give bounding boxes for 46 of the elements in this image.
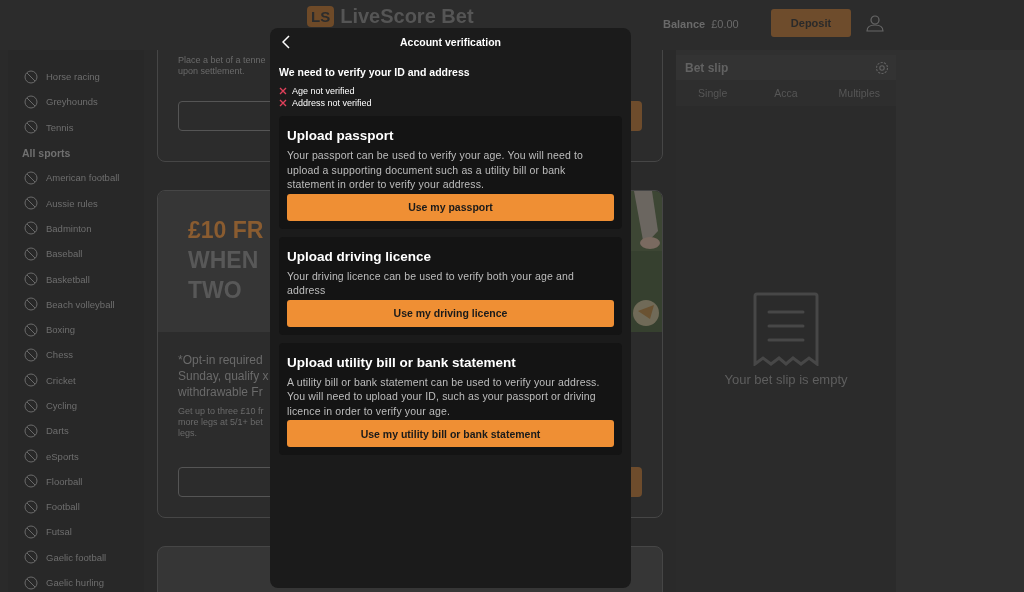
option-description: Your driving licence can be used to verify both your age and address bbox=[287, 268, 576, 298]
status-text: Address not verified bbox=[292, 98, 372, 108]
option-button[interactable]: Use my driving licence bbox=[287, 299, 614, 327]
sport-link[interactable]: Floorball bbox=[46, 475, 83, 487]
section-heading: All sports bbox=[21, 145, 72, 161]
sport-link[interactable]: Horse racing bbox=[46, 71, 100, 83]
option-description: Your passport can be used to verify your age. You will need to upload a supporting document such as a utility bill or bank statement in order to verify your address. bbox=[287, 148, 585, 192]
promo-lead: withdrawable Fr bbox=[178, 384, 263, 400]
dialog-title: Account verification bbox=[400, 36, 501, 48]
sport-link[interactable]: Futsal bbox=[46, 526, 72, 538]
balance-amount: £0.00 bbox=[711, 18, 739, 30]
sport-link[interactable]: Badminton bbox=[46, 222, 92, 234]
sport-link[interactable]: Chess bbox=[46, 349, 73, 361]
option-title: Upload passport bbox=[287, 128, 395, 143]
sport-link[interactable]: Boxing bbox=[46, 324, 76, 336]
sport-link[interactable]: eSports bbox=[46, 450, 79, 462]
sport-link[interactable]: Baseball bbox=[46, 248, 83, 260]
promo-lead: Sunday, qualify x bbox=[178, 368, 269, 384]
option-button[interactable]: Use my passport bbox=[287, 193, 614, 221]
user-icon[interactable] bbox=[866, 14, 884, 32]
dialog-heading: We need to verify your ID and address bbox=[279, 66, 471, 78]
banner-text: £10 FR bbox=[188, 216, 264, 245]
sport-link[interactable]: Darts bbox=[46, 425, 69, 437]
status-text: Age not verified bbox=[292, 86, 355, 96]
back-button[interactable] bbox=[282, 35, 291, 49]
logo-badge: LS bbox=[307, 6, 335, 27]
option-description: A utility bill or bank statement can be used to verify your address. You will need to upload your ID, such as your passport or driving licence in order to verify your age. bbox=[287, 374, 601, 418]
sport-link[interactable]: Basketball bbox=[46, 273, 90, 285]
sport-link[interactable]: Beach volleyball bbox=[46, 298, 115, 310]
option-title: Upload driving licence bbox=[287, 248, 433, 264]
sport-link[interactable]: Greyhounds bbox=[46, 96, 98, 108]
settings-icon[interactable] bbox=[875, 60, 889, 75]
sport-link[interactable]: Football bbox=[46, 501, 80, 513]
deposit-button[interactable]: Deposit bbox=[771, 9, 851, 37]
sport-link[interactable]: Tennis bbox=[46, 121, 74, 133]
sport-link[interactable]: Gaelic football bbox=[46, 551, 107, 563]
sport-link[interactable]: Cycling bbox=[46, 400, 78, 411]
balance-label: Balance bbox=[663, 18, 706, 30]
sport-link[interactable]: American football bbox=[46, 172, 120, 184]
option-button[interactable]: Use my utility bill or bank statement bbox=[287, 420, 614, 447]
sport-link[interactable]: Aussie rules bbox=[46, 197, 98, 209]
receipt-icon bbox=[753, 292, 819, 366]
sport-link[interactable]: Gaelic hurling bbox=[46, 577, 105, 589]
option-title: Upload utility bill or bank statement bbox=[287, 354, 517, 370]
sport-link[interactable]: Cricket bbox=[46, 374, 76, 386]
promo-lead: *Opt-in required bbox=[178, 352, 263, 368]
